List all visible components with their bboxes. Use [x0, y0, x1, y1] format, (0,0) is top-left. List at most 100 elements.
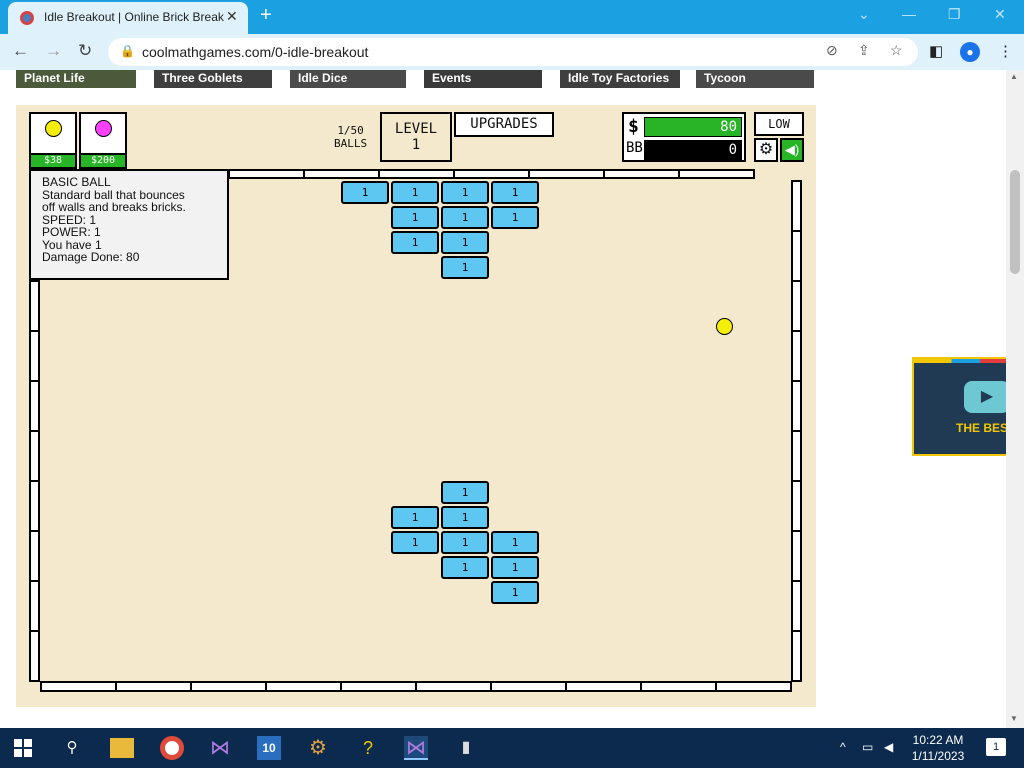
bookmark-star-icon[interactable]: ☆	[890, 42, 903, 59]
buy-plasma-ball-button[interactable]: $200	[79, 112, 127, 169]
brick[interactable]: 1	[391, 506, 439, 529]
mouse-app-icon[interactable]: ▮	[454, 736, 478, 760]
back-button[interactable]: ←	[12, 41, 29, 61]
basic-ball-in-play	[716, 318, 733, 335]
sound-speaker-icon[interactable]: ◀)	[780, 138, 804, 162]
graphics-quality-button[interactable]: LOW	[754, 112, 804, 136]
lock-icon[interactable]: 🔒	[120, 44, 135, 58]
top-wall-segment	[678, 169, 755, 179]
info-power: POWER: 1	[42, 225, 101, 239]
game-link-three-goblets[interactable]: Three Goblets	[154, 70, 272, 88]
play-icon[interactable]: ▶	[964, 381, 1006, 413]
top-wall-segment	[528, 169, 605, 179]
brick[interactable]: 1	[391, 206, 439, 229]
windows-start-icon[interactable]	[14, 739, 32, 757]
balls-count-value: 1/50	[337, 124, 364, 137]
game-link-tycoon[interactable]: Tycoon	[696, 70, 814, 88]
browser-tab[interactable]: Idle Breakout | Online Brick Breaker ✕	[8, 2, 248, 34]
brick[interactable]: 1	[491, 556, 539, 579]
window-close-button[interactable]: ✕	[994, 6, 1006, 23]
bottom-wall-segment	[340, 681, 417, 692]
visual-studio-icon[interactable]: ⋈	[208, 736, 232, 760]
right-wall-segment	[791, 230, 802, 282]
brick[interactable]: 1	[441, 256, 489, 279]
window-minimize-button[interactable]: —	[902, 6, 916, 22]
video-ad[interactable]: ▶ THE BES	[912, 357, 1006, 456]
currency-panel: $ 80 BB 0	[622, 112, 746, 162]
search-icon[interactable]: ⚲	[60, 736, 84, 760]
browser-menu-icon[interactable]: ⋮	[998, 42, 1013, 60]
new-tab-button[interactable]: +	[260, 4, 272, 27]
level-indicator: LEVEL 1	[380, 112, 452, 162]
bb-label: BB	[626, 140, 643, 156]
brick[interactable]: 1	[441, 481, 489, 504]
url-text[interactable]: coolmathgames.com/0-idle-breakout	[142, 44, 368, 60]
brick[interactable]: 1	[491, 531, 539, 554]
brick[interactable]: 1	[391, 181, 439, 204]
basic-ball-icon	[45, 120, 62, 137]
system-clock[interactable]: 10:22 AM 1/11/2023	[900, 732, 976, 764]
bottom-wall-segment	[265, 681, 342, 692]
notification-center-icon[interactable]: 1	[986, 738, 1006, 756]
top-wall-segment	[228, 169, 305, 179]
buy-basic-ball-button[interactable]: $38	[29, 112, 77, 169]
bb-value: 0	[644, 140, 742, 160]
side-panel-icon[interactable]: ◧	[929, 42, 943, 60]
brick[interactable]: 1	[341, 181, 389, 204]
game-link-idle-dice[interactable]: Idle Dice	[290, 70, 406, 88]
left-wall-segment	[29, 280, 40, 332]
info-damage: Damage Done: 80	[42, 250, 140, 264]
brick[interactable]: 1	[441, 556, 489, 579]
brick[interactable]: 1	[391, 231, 439, 254]
tab-close-icon[interactable]: ✕	[226, 8, 238, 25]
brick[interactable]: 1	[441, 231, 489, 254]
bottom-wall-segment	[715, 681, 792, 692]
idle-breakout-game[interactable]: 1111111111111111111 $38 $200 1/50 BALLS …	[16, 105, 816, 707]
game-link-planet-life[interactable]: Planet Life	[16, 70, 136, 88]
coolmath-favicon-icon	[20, 11, 34, 25]
tab-search-chevron-icon[interactable]: ⌄	[858, 6, 870, 23]
brick[interactable]: 1	[491, 581, 539, 604]
top-wall-segment	[453, 169, 530, 179]
scroll-up-icon[interactable]: ▲	[1010, 72, 1018, 81]
app-10-icon[interactable]: 10	[257, 736, 281, 760]
visual-studio-active-icon[interactable]: ⋈	[404, 736, 428, 760]
top-wall-segment	[603, 169, 680, 179]
right-wall-segment	[791, 480, 802, 532]
brick[interactable]: 1	[491, 206, 539, 229]
volume-icon[interactable]: ◀	[884, 740, 893, 754]
scroll-down-icon[interactable]: ▼	[1010, 714, 1018, 723]
page-scrollbar[interactable]: ▲ ▼	[1006, 70, 1024, 728]
brick[interactable]: 1	[441, 206, 489, 229]
bottom-wall-segment	[40, 681, 117, 692]
forward-button[interactable]: →	[45, 41, 62, 61]
info-title: BASIC BALL	[42, 175, 111, 189]
address-bar[interactable]: 🔒 coolmathgames.com/0-idle-breakout ⊘ ⇪ …	[108, 38, 918, 66]
upgrades-button[interactable]: UPGRADES	[454, 112, 554, 137]
brick[interactable]: 1	[441, 181, 489, 204]
brick[interactable]: 1	[441, 506, 489, 529]
brick[interactable]: 1	[391, 531, 439, 554]
file-explorer-icon[interactable]	[110, 738, 134, 758]
brick[interactable]: 1	[491, 181, 539, 204]
left-wall-segment	[29, 580, 40, 632]
network-icon[interactable]: ▭	[862, 740, 873, 754]
profile-avatar-icon[interactable]: ●	[960, 42, 980, 62]
help-app-icon[interactable]: ?	[356, 736, 380, 760]
balls-counter: 1/50 BALLS	[334, 124, 367, 150]
chrome-icon[interactable]	[160, 736, 184, 760]
game-link-idle-toy-factories[interactable]: Idle Toy Factories	[560, 70, 680, 88]
game-link-events[interactable]: Events	[424, 70, 542, 88]
gear-app-icon[interactable]: ⚙	[306, 736, 330, 760]
share-icon[interactable]: ⇪	[858, 42, 870, 59]
top-wall-segment	[378, 169, 455, 179]
brick[interactable]: 1	[441, 531, 489, 554]
settings-gear-icon[interactable]: ⚙	[754, 138, 778, 162]
tracking-blocked-eye-icon[interactable]: ⊘	[826, 42, 838, 59]
left-wall-segment	[29, 630, 40, 682]
tray-chevron-icon[interactable]: ^	[840, 740, 846, 754]
bottom-wall-segment	[415, 681, 492, 692]
scrollbar-thumb[interactable]	[1010, 170, 1020, 274]
window-restore-button[interactable]: ❐	[948, 6, 961, 23]
reload-button[interactable]: ↻	[78, 41, 92, 61]
